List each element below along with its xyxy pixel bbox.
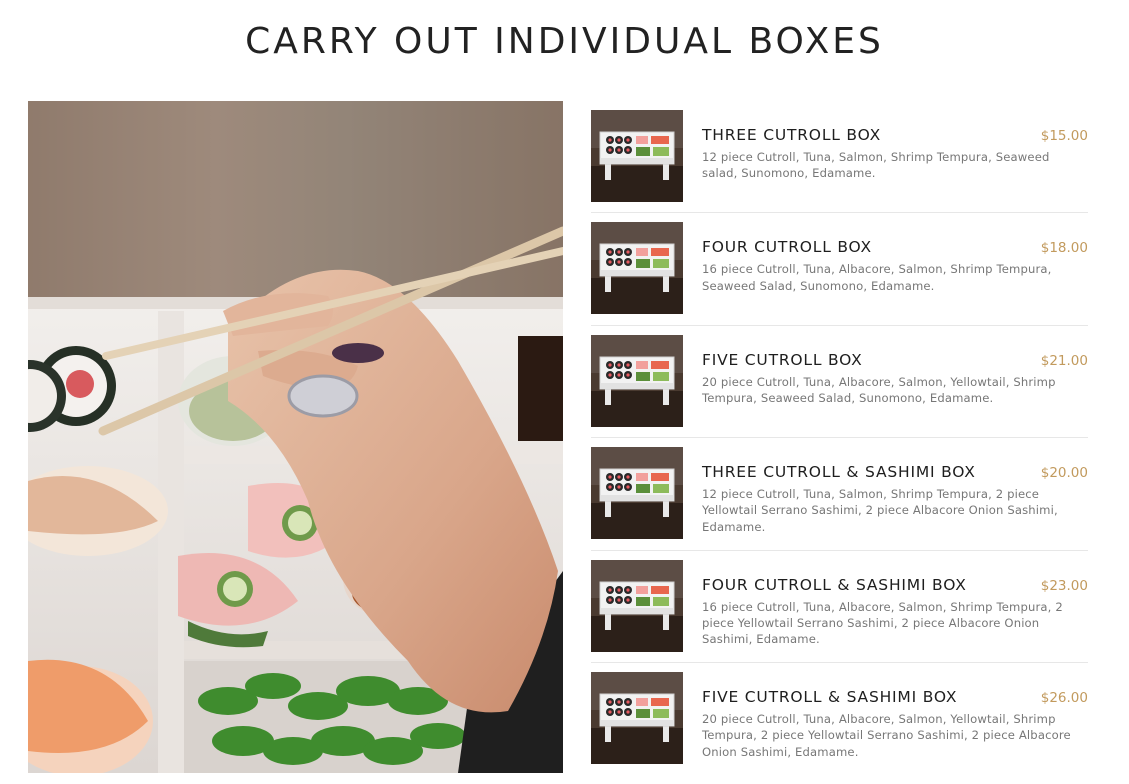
item-name: THREE CUTROLL & SASHIMI BOX	[702, 463, 976, 482]
item-divider	[591, 549, 1088, 551]
item-price: $26.00	[1040, 689, 1088, 706]
menu-item-1[interactable]: THREE CUTROLL BOX $15.00 12 piece Cutrol…	[591, 110, 1088, 222]
item-name: THREE CUTROLL BOX	[702, 126, 881, 144]
item-divider	[591, 661, 1088, 663]
item-price: $18.00	[1040, 240, 1088, 257]
item-description: 16 piece Cutroll, Tuna, Albacore, Salmon…	[702, 262, 1052, 293]
page-title: CARRY OUT INDIVIDUAL BOXES	[245, 21, 884, 62]
menu-item-3[interactable]: FIVE CUTROLL BOX $21.00 20 piece Cutroll…	[591, 324, 1088, 447]
item-description: 12 piece Cutroll, Tuna, Salmon, Shrimp T…	[702, 150, 1050, 181]
hero-sushi-photo	[28, 101, 563, 773]
item-price: $20.00	[1040, 465, 1088, 482]
item-description: 12 piece Cutroll, Tuna, Salmon, Shrimp T…	[702, 487, 1058, 534]
box-thumbnail[interactable]	[591, 334, 683, 427]
item-name: FOUR CUTROLL & SASHIMI BOX	[702, 575, 967, 594]
item-name: FIVE CUTROLL & SASHIMI BOX	[702, 687, 958, 706]
item-divider	[591, 324, 1088, 326]
box-thumbnail[interactable]	[591, 110, 683, 202]
item-price: $21.00	[1040, 352, 1088, 369]
item-divider	[591, 437, 1088, 439]
item-name: FIVE CUTROLL BOX	[702, 350, 863, 369]
menu-item-6[interactable]: FIVE CUTROLL & SASHIMI BOX $26.00 20 pie…	[591, 661, 1088, 784]
box-thumbnail[interactable]	[591, 671, 683, 764]
item-name: FOUR CUTROLL BOX	[702, 238, 872, 257]
item-price: $23.00	[1040, 577, 1088, 594]
item-description: 20 piece Cutroll, Tuna, Albacore, Salmon…	[702, 711, 1071, 759]
menu-item-2[interactable]: FOUR CUTROLL BOX $18.00 16 piece Cutroll…	[591, 212, 1088, 334]
item-description: 16 piece Cutroll, Tuna, Albacore, Salmon…	[702, 599, 1063, 647]
item-price: $15.00	[1040, 128, 1088, 144]
menu-item-5[interactable]: FOUR CUTROLL & SASHIMI BOX $23.00 16 pie…	[591, 549, 1088, 672]
box-thumbnail[interactable]	[591, 222, 683, 315]
box-thumbnail[interactable]	[591, 559, 683, 652]
item-divider	[591, 212, 1088, 214]
menu-list: THREE CUTROLL BOX $15.00 12 piece Cutrol…	[591, 110, 1088, 784]
item-description: 20 piece Cutroll, Tuna, Albacore, Salmon…	[702, 374, 1056, 406]
menu-item-4[interactable]: THREE CUTROLL & SASHIMI BOX $20.00 12 pi…	[591, 437, 1088, 559]
box-thumbnail[interactable]	[591, 447, 683, 540]
